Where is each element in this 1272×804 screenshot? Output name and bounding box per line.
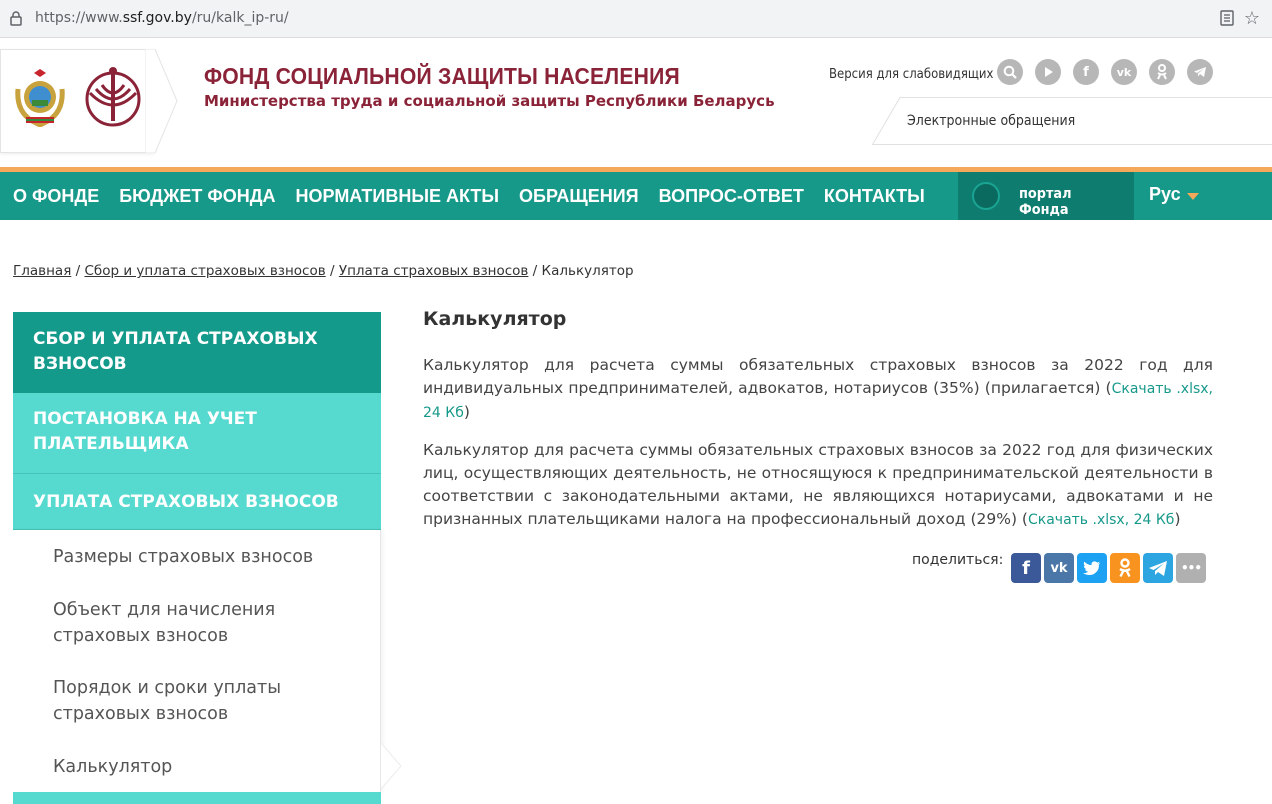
portal-icon [972,182,1000,210]
vk-icon[interactable]: vk [1111,59,1137,85]
facebook-icon[interactable]: f [1073,59,1099,85]
share-more-button[interactable]: ••• [1176,553,1206,583]
share-odnoklassniki-button[interactable] [1110,553,1140,583]
vk-icon: vk [1050,560,1068,576]
share-twitter-button[interactable] [1077,553,1107,583]
e-appeals-link[interactable]: Электронные обращения [907,113,1075,129]
sidebar-link-rates[interactable]: Размеры страховых взносов [53,544,373,570]
nav-item-budget[interactable]: БЮДЖЕТ ФОНДА [119,186,275,207]
breadcrumb-separator: / [329,263,335,279]
language-selector[interactable]: Рус [1149,184,1181,205]
nav-item-appeals[interactable]: ОБРАЩЕНИЯ [519,186,639,207]
breadcrumb-payment[interactable]: Уплата страховых взносов [339,263,529,279]
sidebar-next-item[interactable] [13,792,381,804]
sidebar-section-title[interactable]: СБОР И УПЛАТА СТРАХОВЫХ ВЗНОСОВ [13,312,381,393]
share-telegram-button[interactable] [1143,553,1173,583]
org-title[interactable]: ФОНД СОЦИАЛЬНОЙ ЗАЩИТЫ НАСЕЛЕНИЯ [204,63,680,90]
page-title: Калькулятор [423,308,567,330]
lock-icon [10,11,22,26]
sidebar-link-order[interactable]: Порядок и сроки уплаты страховых взносов [53,675,293,727]
sidebar-submenu: Размеры страховых взносов Объект для нач… [13,530,381,792]
paragraph-ip-text: Калькулятор для расчета суммы обязательн… [423,356,1213,397]
breadcrumb-separator: / [75,263,81,279]
nav-item-regulations[interactable]: НОРМАТИВНЫЕ АКТЫ [296,186,499,207]
sidebar-item-payment[interactable]: УПЛАТА СТРАХОВЫХ ВЗНОСОВ [13,474,381,530]
odnoklassniki-icon [1119,558,1131,578]
download-link-individuals[interactable]: Скачать .xlsx, 24 Кб [1028,512,1174,528]
odnoklassniki-icon[interactable] [1149,59,1175,85]
breadcrumb-collection[interactable]: Сбор и уплата страховых взносов [84,263,325,279]
reader-mode-icon[interactable] [1220,10,1234,26]
share-buttons: f vk ••• [1011,553,1206,583]
active-item-pointer [381,743,402,789]
main-content: Калькулятор Калькулятор для расчета сумм… [423,308,1213,546]
sidebar-link-calculator[interactable]: Калькулятор [53,754,373,780]
search-icon[interactable] [997,59,1023,85]
share-facebook-button[interactable]: f [1011,553,1041,583]
more-icon: ••• [1180,561,1202,575]
logo-panel-arrow [145,49,178,153]
youtube-icon[interactable] [1035,59,1061,85]
share-label: поделиться: [912,552,1004,568]
fund-logo-icon [85,67,141,127]
url-field[interactable]: https://www.ssf.gov.by/ru/kalk_ip-ru/ [35,10,289,26]
site-header: ФОНД СОЦИАЛЬНОЙ ЗАЩИТЫ НАСЕЛЕНИЯ Министе… [0,39,1272,167]
breadcrumb-separator: / [532,263,538,279]
twitter-icon [1083,560,1100,575]
breadcrumb: Главная / Сбор и уплата страховых взносо… [13,263,634,279]
sidebar-item-registration[interactable]: ПОСТАНОВКА НА УЧЕТ ПЛАТЕЛЬЩИКА [13,393,381,474]
portal-button[interactable]: портал Фонда [958,172,1134,220]
header-icons: f vk [997,59,1213,85]
nav-item-about[interactable]: О ФОНДЕ [13,186,99,207]
breadcrumb-current: Калькулятор [541,263,634,279]
breadcrumb-home[interactable]: Главная [13,263,71,279]
telegram-icon [1149,560,1167,576]
vision-impaired-link[interactable]: Версия для слабовидящих [829,67,993,82]
chevron-down-icon[interactable] [1187,193,1199,200]
sidebar: СБОР И УПЛАТА СТРАХОВЫХ ВЗНОСОВ ПОСТАНОВ… [13,312,381,804]
share-vk-button[interactable]: vk [1044,553,1074,583]
bookmark-star-icon[interactable]: ☆ [1244,8,1260,29]
paragraph-ip: Калькулятор для расчета суммы обязательн… [423,356,1214,421]
paragraph-individuals: Калькулятор для расчета суммы обязательн… [423,441,1213,528]
facebook-icon: f [1022,557,1030,579]
portal-label: портал Фонда [1019,186,1072,218]
main-nav: О ФОНДЕ БЮДЖЕТ ФОНДА НОРМАТИВНЫЕ АКТЫ ОБ… [0,172,1272,220]
org-subtitle: Министерства труда и социальной защиты Р… [204,92,775,110]
nav-item-contacts[interactable]: КОНТАКТЫ [824,186,925,207]
sidebar-link-object[interactable]: Объект для начисления страховых взносов [53,597,373,649]
nav-item-faq[interactable]: ВОПРОС-ОТВЕТ [659,186,804,207]
state-emblem-icon [15,69,65,127]
browser-address-bar: https://www.ssf.gov.by/ru/kalk_ip-ru/ ☆ [0,0,1272,38]
telegram-icon[interactable] [1187,59,1213,85]
